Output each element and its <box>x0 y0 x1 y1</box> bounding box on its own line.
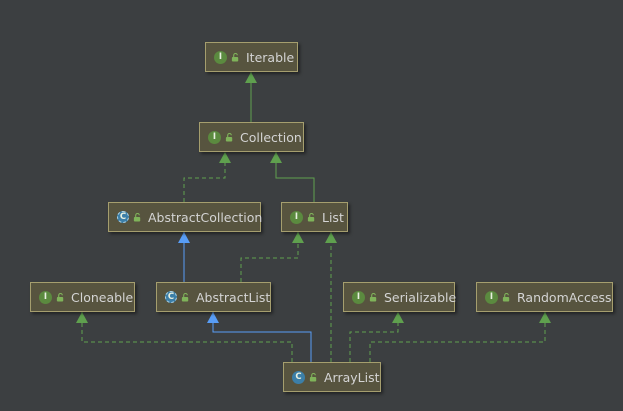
node-label: Iterable <box>246 49 295 65</box>
interface-icon: I <box>352 290 365 304</box>
node-cloneable[interactable]: I Cloneable <box>30 282 135 312</box>
edge-abstractlist-to-list <box>240 232 304 282</box>
node-label: AbstractList <box>196 289 271 305</box>
lock-open-icon <box>502 292 510 302</box>
lock-open-icon <box>133 212 141 222</box>
node-abstractlist[interactable]: C AbstractList <box>156 282 271 312</box>
lock-open-icon <box>56 292 64 302</box>
node-label: Cloneable <box>71 289 134 305</box>
interface-icon: I <box>214 50 227 64</box>
node-list[interactable]: I List <box>281 202 348 232</box>
edge-arraylist-to-list <box>325 232 337 362</box>
abstract-class-icon: C <box>165 291 177 303</box>
node-collection[interactable]: I Collection <box>199 122 304 152</box>
node-abstractcollection[interactable]: C AbstractCollection <box>108 202 263 232</box>
interface-icon: I <box>208 130 221 144</box>
edge-arraylist-to-abstractlist <box>207 312 312 362</box>
lock-open-icon <box>369 292 377 302</box>
node-label: ArrayList <box>324 369 380 385</box>
interface-icon: I <box>485 290 498 304</box>
lock-open-icon <box>309 372 317 382</box>
lock-open-icon <box>231 52 239 62</box>
node-iterable[interactable]: I Iterable <box>205 42 298 72</box>
node-serializable[interactable]: I Serializable <box>343 282 457 312</box>
node-label: AbstractCollection <box>148 209 263 225</box>
node-arraylist[interactable]: C ArrayList <box>283 362 381 392</box>
edge-abstractcollection-to-collection <box>183 152 231 202</box>
node-label: List <box>322 209 344 225</box>
node-label: Collection <box>240 129 302 145</box>
edge-collection-to-iterable <box>245 71 257 122</box>
edge-arraylist-to-serializable <box>349 312 404 362</box>
node-randomaccess[interactable]: I RandomAccess <box>476 282 613 312</box>
node-label: RandomAccess <box>517 289 612 305</box>
edge-abstractlist-to-abstractcollection <box>178 232 190 282</box>
abstract-class-icon: C <box>117 211 129 223</box>
lock-open-icon <box>225 132 233 142</box>
interface-icon: I <box>290 210 303 224</box>
class-icon: C <box>292 370 305 384</box>
lock-open-icon <box>307 212 315 222</box>
interface-icon: I <box>39 290 52 304</box>
node-label: Serializable <box>384 289 457 305</box>
edge-list-to-collection <box>270 152 315 202</box>
edge-arraylist-to-cloneable <box>76 312 293 362</box>
lock-open-icon <box>181 292 189 302</box>
